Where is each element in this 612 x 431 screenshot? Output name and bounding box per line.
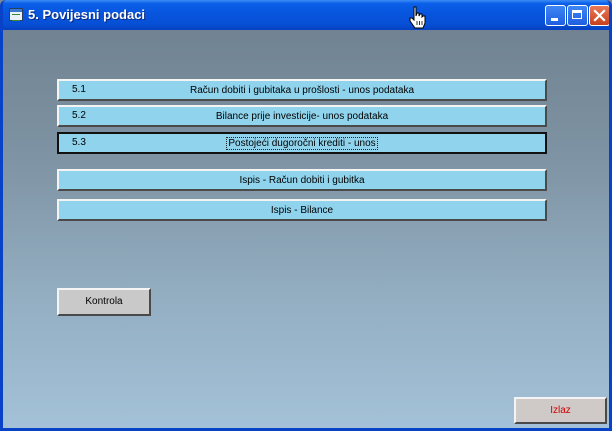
print-balance-sheet-button[interactable]: Ispis - Bilance <box>57 199 547 221</box>
print-income-statement-button[interactable]: Ispis - Račun dobiti i gubitka <box>57 169 547 191</box>
maximize-icon <box>572 10 582 19</box>
minimize-icon <box>551 18 558 21</box>
close-button[interactable] <box>589 5 609 26</box>
exit-button[interactable]: Izlaz <box>514 397 607 424</box>
menu-item-label: Ispis - Račun dobiti i gubitka <box>239 175 365 186</box>
menu-item-label: Ispis - Bilance <box>270 205 334 216</box>
maximize-button[interactable] <box>567 5 588 26</box>
close-icon <box>593 9 606 22</box>
menu-item-label: Račun dobiti i gubitaka u prošlosti - un… <box>189 85 415 96</box>
income-statement-history-button[interactable]: 5.1 Račun dobiti i gubitaka u prošlosti … <box>57 79 547 101</box>
check-button[interactable]: Kontrola <box>57 288 151 316</box>
menu-item-label: Bilance prije investicije- unos podataka <box>215 111 389 122</box>
title-bar[interactable]: 5. Povijesni podaci <box>3 0 609 30</box>
form-client-area: 5.1 Račun dobiti i gubitaka u prošlosti … <box>3 30 609 428</box>
form-icon[interactable] <box>9 8 23 21</box>
window-title: 5. Povijesni podaci <box>28 7 146 22</box>
menu-item-label: Postojeći dugoročni krediti - unos <box>226 137 378 150</box>
balance-sheet-history-button[interactable]: 5.2 Bilance prije investicije- unos poda… <box>57 105 547 127</box>
minimize-button[interactable] <box>545 5 566 26</box>
existing-loans-button[interactable]: 5.3 Postojeći dugoročni krediti - unos <box>57 132 547 154</box>
hand-pointer-icon <box>409 6 426 29</box>
application-window: 5. Povijesni podaci 5.1 Račun dobiti i g… <box>0 0 612 431</box>
